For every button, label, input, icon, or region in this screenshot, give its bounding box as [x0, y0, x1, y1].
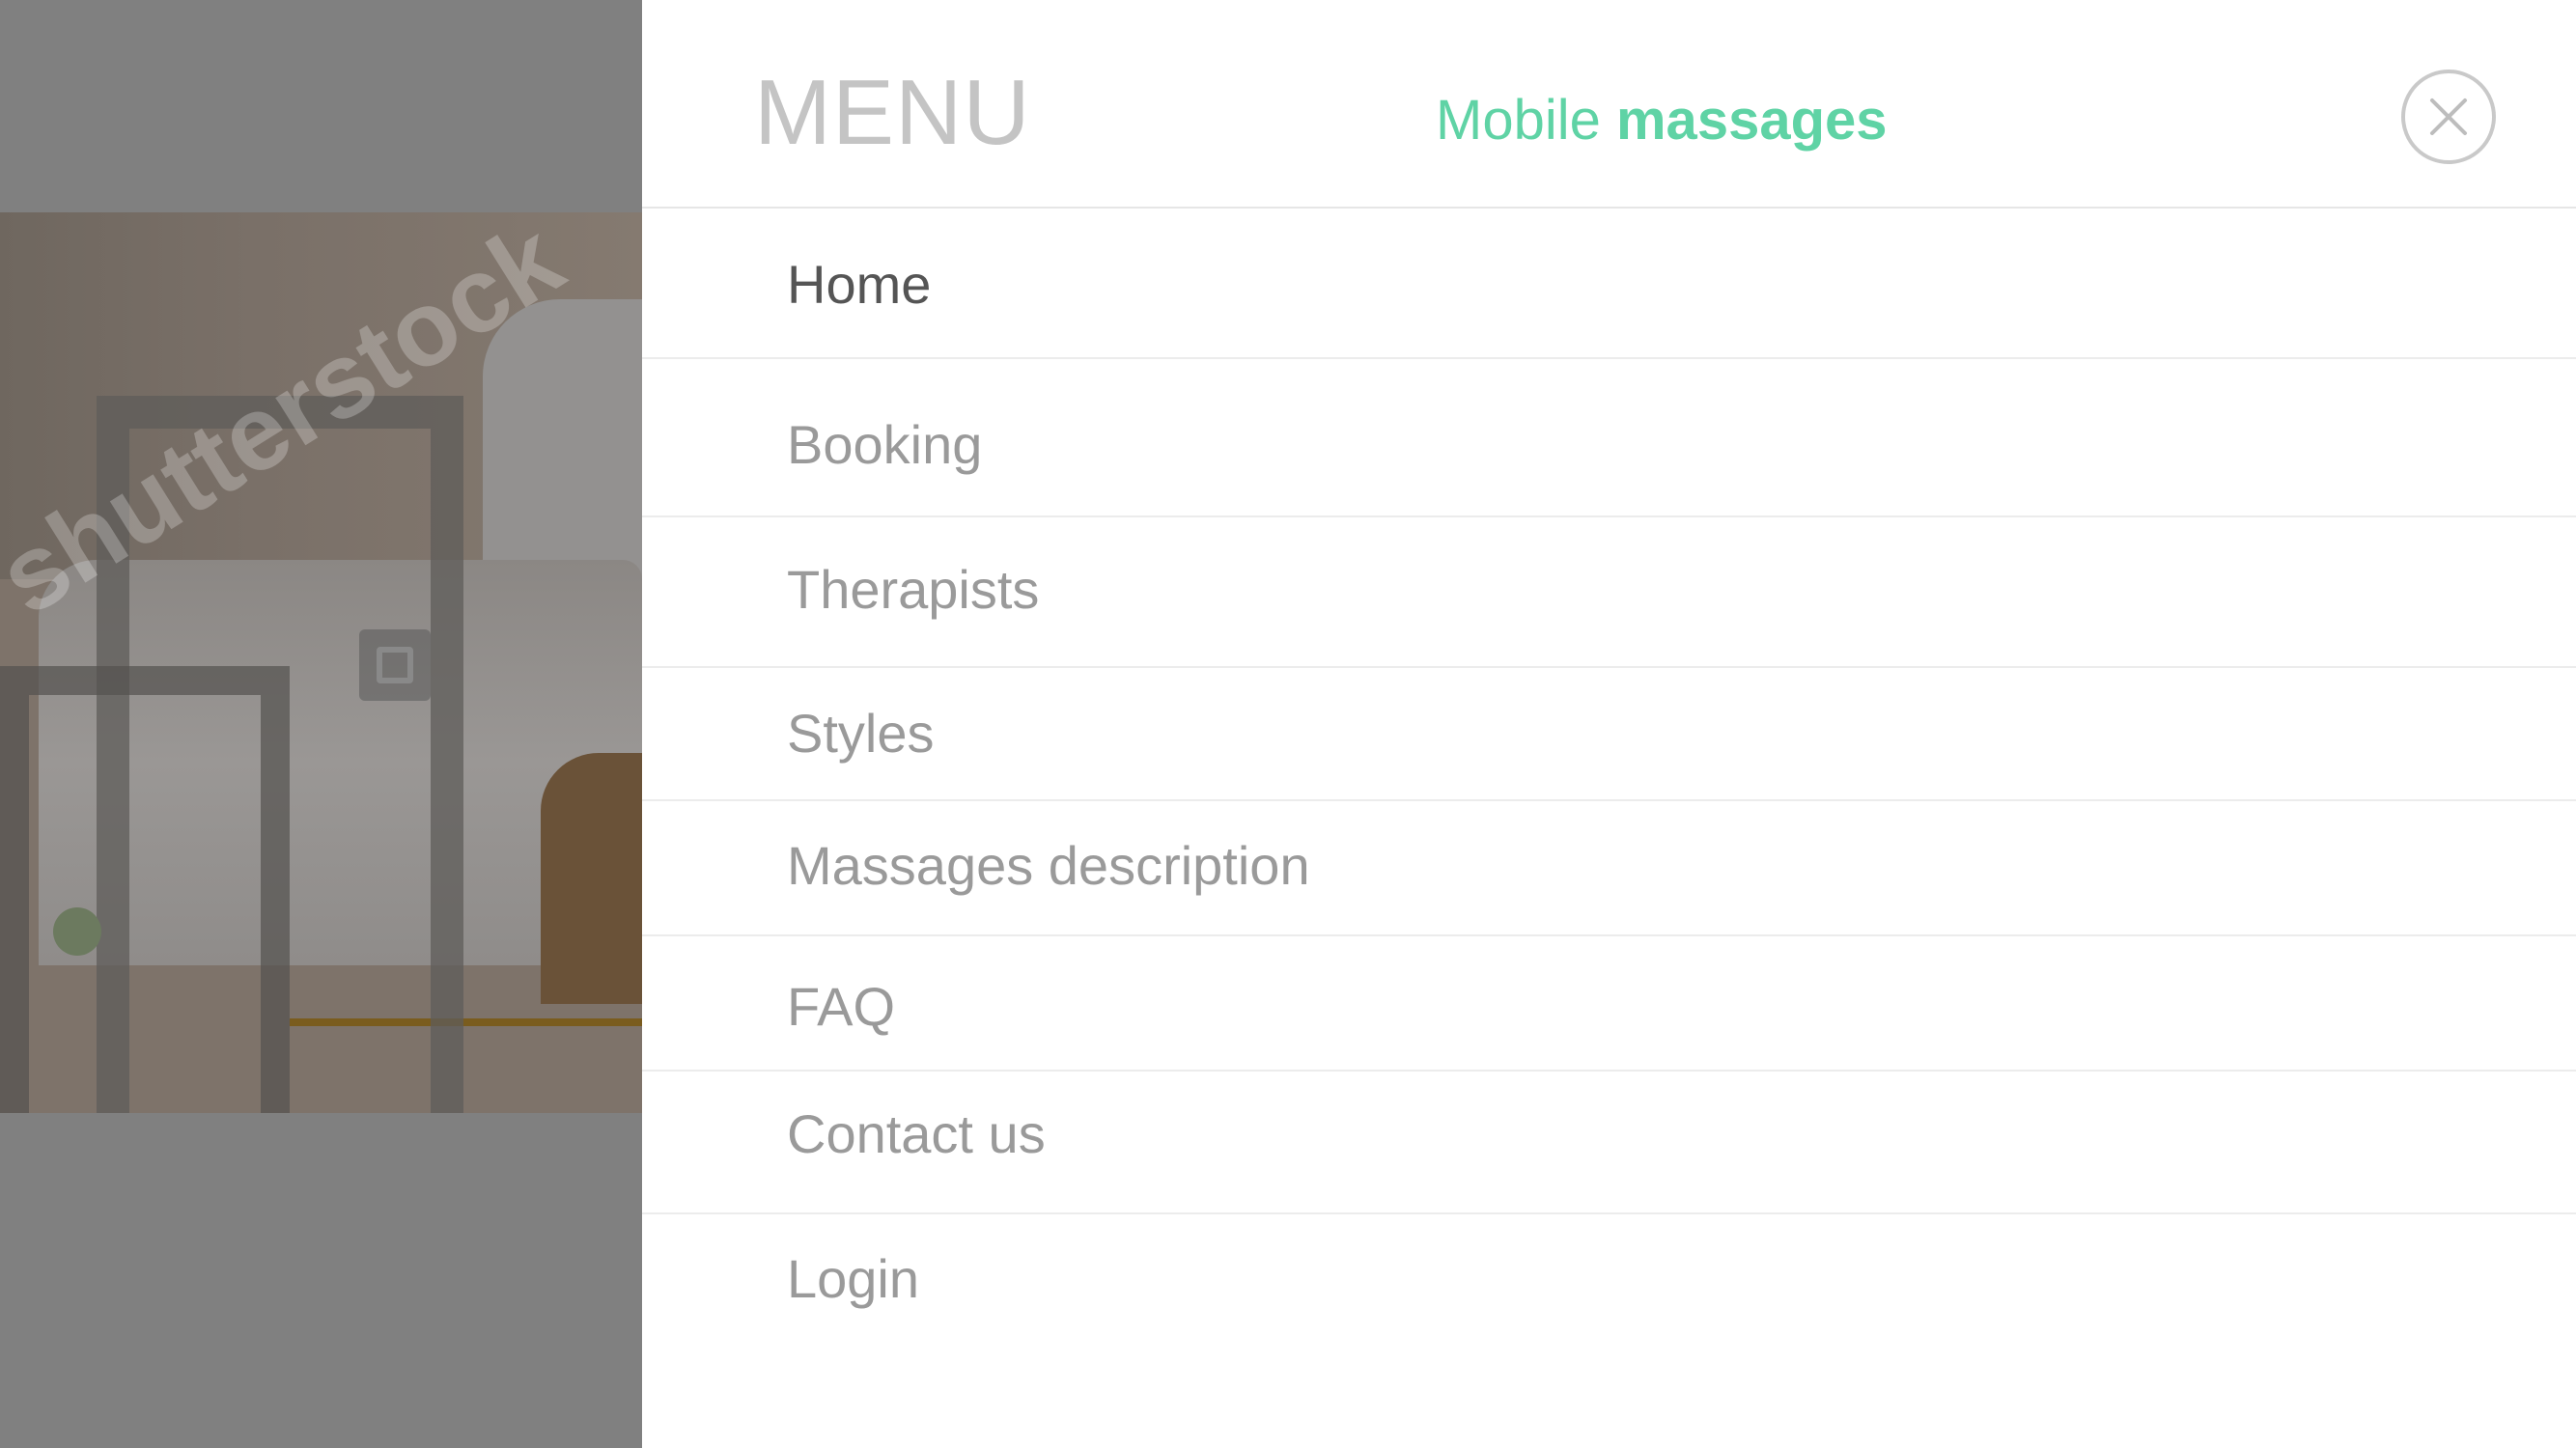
menu-item-label: Styles — [787, 703, 935, 764]
menu-item-label: Login — [787, 1248, 920, 1309]
dimmed-background[interactable]: shutterstock — [0, 0, 642, 1448]
close-icon — [2430, 98, 2467, 135]
photo-lamp-frame-front — [0, 666, 290, 1113]
menu-item-booking[interactable]: Booking — [642, 359, 2576, 517]
menu-item-massages-description[interactable]: Massages description — [642, 801, 2576, 936]
brand-light-text: Mobile — [1436, 89, 1601, 152]
menu-header: MENU Mobile massages — [642, 0, 2576, 209]
menu-item-contact-us[interactable]: Contact us — [642, 1072, 2576, 1214]
background-photo: shutterstock — [0, 212, 642, 1113]
menu-item-label: Contact us — [787, 1103, 1046, 1164]
menu-item-login[interactable]: Login — [642, 1214, 2576, 1369]
menu-item-faq[interactable]: FAQ — [642, 936, 2576, 1072]
photo-person — [541, 753, 642, 1004]
menu-panel: MENU Mobile massages Home Booking Therap… — [642, 0, 2576, 1448]
menu-item-label: Home — [787, 254, 932, 315]
watermark-icon — [359, 629, 431, 701]
menu-item-therapists[interactable]: Therapists — [642, 517, 2576, 668]
menu-item-home[interactable]: Home — [642, 209, 2576, 359]
brand-bold-text: massages — [1615, 89, 1888, 152]
brand-logo: Mobile massages — [1436, 87, 1888, 154]
menu-title: MENU — [754, 61, 1031, 164]
menu-item-label: Therapists — [787, 559, 1040, 620]
menu-item-label: Massages description — [787, 835, 1310, 896]
close-button[interactable] — [2401, 70, 2496, 164]
menu-item-styles[interactable]: Styles — [642, 668, 2576, 801]
photo-candle-glow — [53, 907, 101, 956]
menu-item-label: Booking — [787, 414, 983, 475]
menu-item-label: FAQ — [787, 976, 896, 1037]
